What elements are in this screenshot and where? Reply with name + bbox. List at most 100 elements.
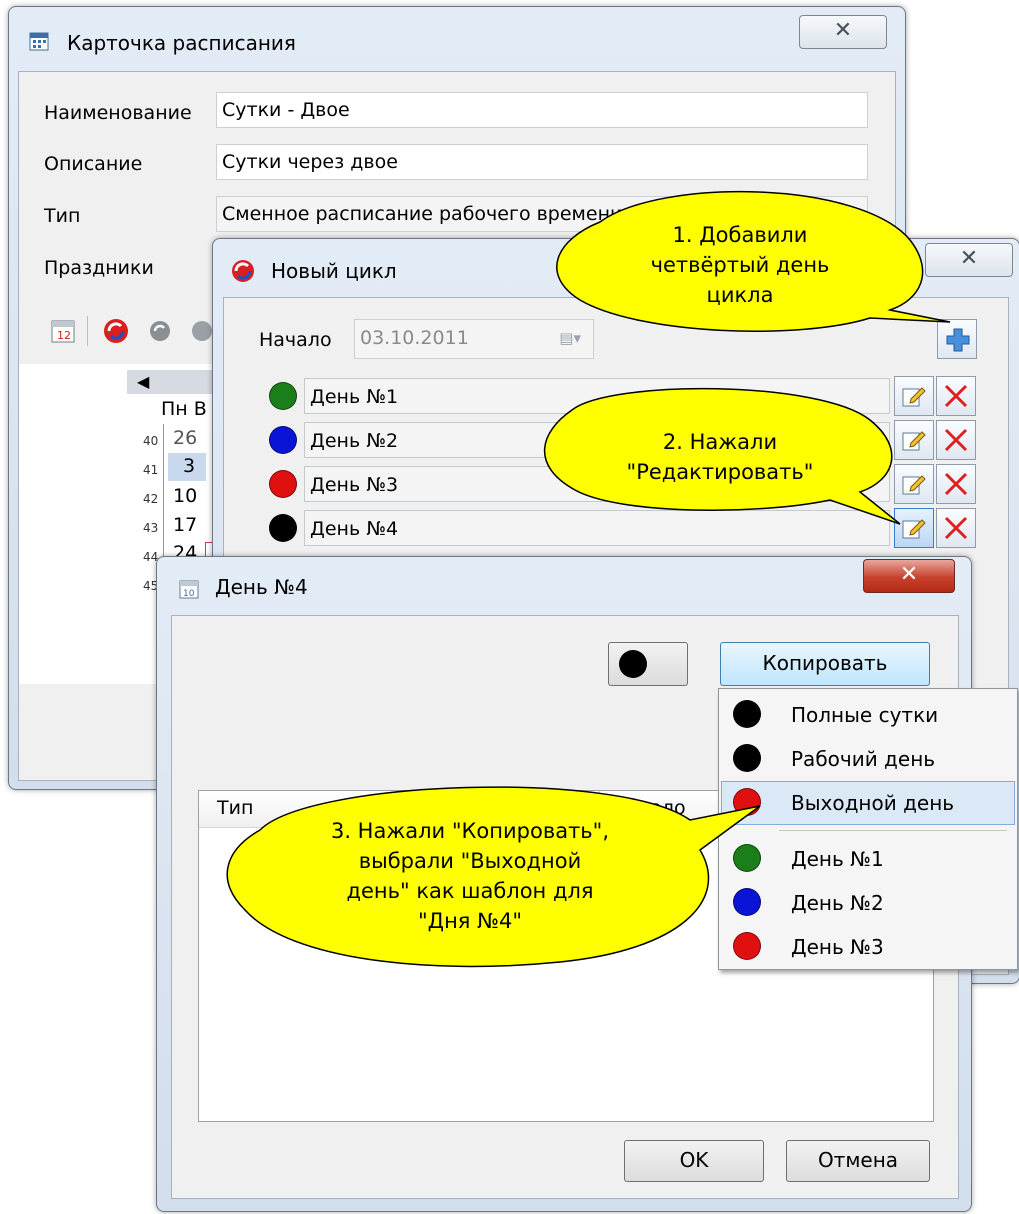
calendar-day[interactable]: 3 [183, 455, 195, 477]
cycle-day-row[interactable]: День №1 [224, 374, 1008, 418]
day-color-dot [269, 382, 297, 410]
callout-line: "Дня №4" [418, 909, 522, 933]
calendar-weekday-header: Пн В [161, 398, 207, 420]
week-number: 42 [143, 492, 159, 506]
edit-day-button[interactable] [894, 376, 934, 416]
callout-3-text: 3. Нажали "Копировать", выбрали "Выходно… [250, 816, 690, 936]
callout-line: цикла [706, 283, 774, 307]
cycle-day-label: День №4 [304, 510, 890, 546]
start-label: Начало [259, 329, 332, 351]
delete-day-button[interactable] [936, 508, 976, 548]
menu-item-label: День №2 [791, 891, 884, 915]
cycle-title-icon [231, 259, 255, 283]
plus-icon [945, 327, 971, 358]
cycle-day-label: День №1 [304, 378, 890, 414]
delete-day-button[interactable] [936, 464, 976, 504]
edit-day-button[interactable] [894, 420, 934, 460]
schedule-card-close-button[interactable]: ✕ [799, 15, 887, 49]
delete-day-button[interactable] [936, 376, 976, 416]
edit-icon [901, 383, 927, 414]
menu-separator [779, 830, 1007, 831]
svg-text:12: 12 [57, 329, 71, 342]
callout-line: 1. Добавили [672, 223, 808, 247]
edit-day-button[interactable] [894, 464, 934, 504]
edit-icon [901, 471, 927, 502]
callout-line: выбрали "Выходной [358, 849, 582, 873]
callout-line: "Редактировать" [626, 460, 814, 484]
refresh-icon[interactable] [149, 320, 171, 342]
menu-item-label: День №1 [791, 847, 884, 871]
menu-item-label: Рабочий день [791, 747, 936, 771]
column-header-type[interactable]: Тип [217, 797, 253, 819]
menu-color-dot [733, 888, 761, 916]
close-x-icon [942, 382, 970, 415]
callout-1-text: 1. Добавили четвёртый день цикла [580, 220, 900, 310]
menu-color-dot [733, 788, 761, 816]
menu-color-dot [733, 844, 761, 872]
calendar-app-icon [29, 31, 49, 51]
menu-item-label: Выходной день [791, 791, 955, 815]
calendar-day[interactable]: 17 [173, 514, 197, 536]
week-number: 41 [143, 463, 159, 477]
name-label: Наименование [44, 102, 192, 124]
cycle-icon[interactable] [103, 318, 129, 344]
week-number: 43 [143, 521, 159, 535]
menu-item-label: Полные сутки [791, 703, 939, 727]
delete-day-button[interactable] [936, 420, 976, 460]
edit-icon [901, 427, 927, 458]
new-cycle-title: Новый цикл [271, 259, 397, 283]
callout-2-text: 2. Нажали "Редактировать" [560, 427, 880, 487]
copy-template-menu: Полные сутки Рабочий день Выходной день … [718, 688, 1018, 970]
menu-item-day-off[interactable]: Выходной день [721, 781, 1015, 825]
menu-item-label: День №3 [791, 935, 884, 959]
menu-item-full-day[interactable]: Полные сутки [721, 693, 1015, 735]
callout-line: 2. Нажали [662, 430, 778, 454]
calendar-prev-arrow-icon[interactable]: ◀ [137, 372, 149, 391]
cancel-button[interactable]: Отмена [786, 1140, 930, 1182]
day4-close-button[interactable]: ✕ [863, 559, 955, 593]
selected-color-dot [619, 650, 647, 678]
menu-color-dot [733, 744, 761, 772]
close-x-icon [942, 514, 970, 547]
menu-item-day1[interactable]: День №1 [721, 837, 1015, 879]
edit-day-button[interactable] [894, 508, 934, 548]
menu-color-dot [733, 932, 761, 960]
calendar-day[interactable]: 10 [173, 485, 197, 507]
holidays-label: Праздники [44, 257, 154, 279]
close-x-icon [942, 426, 970, 459]
new-cycle-close-button[interactable]: ✕ [925, 243, 1013, 277]
day4-title: День №4 [215, 575, 308, 599]
menu-color-dot [733, 700, 761, 728]
svg-text:10: 10 [183, 589, 195, 599]
day-color-dot [269, 426, 297, 454]
schedule-card-title: Карточка расписания [67, 31, 296, 55]
calendar-day[interactable]: 26 [173, 427, 197, 449]
callout-line: четвёртый день [650, 253, 830, 277]
menu-item-work-day[interactable]: Рабочий день [721, 737, 1015, 779]
menu-item-day3[interactable]: День №3 [721, 925, 1015, 967]
calendar-12-icon[interactable]: 12 [51, 319, 75, 343]
toolbar-separator [87, 316, 88, 346]
type-label: Тип [44, 205, 81, 227]
gear-icon[interactable] [191, 320, 213, 342]
menu-item-day2[interactable]: День №2 [721, 881, 1015, 923]
cycle-day-row[interactable]: День №4 [224, 506, 1008, 550]
calendar-10-icon: 10 [179, 579, 199, 599]
ok-button[interactable]: OK [624, 1140, 764, 1182]
close-x-icon [942, 470, 970, 503]
copy-button[interactable]: Копировать [720, 642, 930, 686]
description-field[interactable]: Сутки через двое [216, 144, 868, 180]
color-picker-button[interactable] [608, 642, 688, 686]
name-field[interactable]: Сутки - Двое [216, 92, 868, 128]
callout-line: 3. Нажали "Копировать", [330, 819, 610, 843]
edit-icon [901, 515, 927, 546]
start-date-value: 03.10.2011 [360, 327, 469, 349]
start-date-field[interactable]: 03.10.2011 ▤▾ [354, 319, 594, 359]
callout-line: день" как шаблон для [346, 879, 594, 903]
calendar-week-divider [163, 424, 164, 574]
date-picker-icon[interactable]: ▤▾ [559, 329, 581, 347]
day-color-dot [269, 514, 297, 542]
week-number: 40 [143, 434, 159, 448]
add-day-button[interactable] [937, 319, 977, 359]
day-color-dot [269, 470, 297, 498]
